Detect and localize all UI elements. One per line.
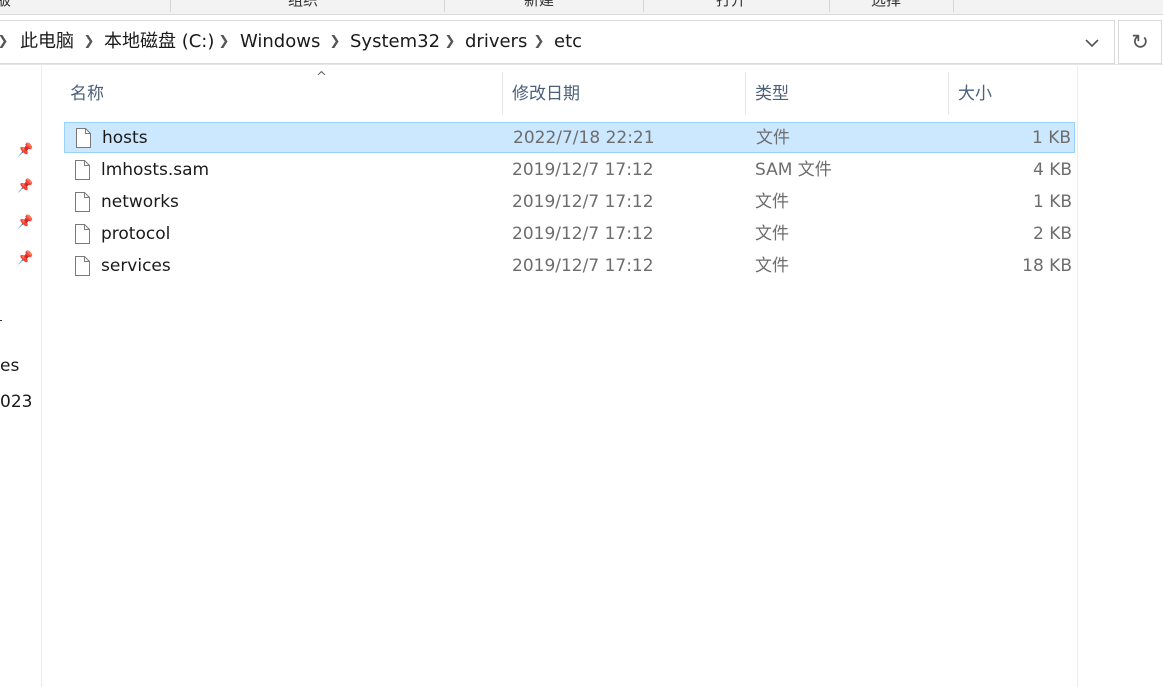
ribbon: 版 组织 新建 打开 选择 (0, 0, 1163, 15)
refresh-button[interactable]: ↻ (1118, 20, 1162, 64)
nav-item-fragment[interactable]: es (0, 356, 19, 376)
breadcrumb-chevron-icon[interactable]: ❯ (443, 34, 457, 50)
nav-item-fragment (0, 320, 2, 321)
file-type: 文件 (755, 256, 789, 276)
breadcrumb-etc[interactable]: etc (554, 31, 582, 53)
nav-item-fragment[interactable]: 023 (0, 392, 32, 412)
breadcrumb-local-disk[interactable]: 本地磁盘 (C:) (104, 31, 214, 53)
breadcrumb-this-pc[interactable]: 此电脑 (20, 31, 74, 53)
file-type: 文件 (755, 224, 789, 244)
pin-icon[interactable]: 📌 (17, 251, 33, 267)
file-name: lmhosts.sam (101, 160, 210, 180)
ribbon-label-select[interactable]: 选择 (871, 0, 901, 10)
navigation-pane[interactable]: 📌 📌 📌 📌 es 023 (0, 66, 42, 687)
pin-icon[interactable]: 📌 (17, 215, 33, 231)
file-row-protocol[interactable]: protocol 2019/12/7 17:12 文件 2 KB (64, 219, 1075, 250)
file-icon (75, 256, 90, 276)
divider (0, 64, 1163, 65)
address-history-dropdown[interactable] (1077, 29, 1107, 57)
file-date: 2019/12/7 17:12 (512, 192, 654, 212)
file-type: SAM 文件 (755, 160, 832, 180)
file-size: 4 KB (1032, 160, 1072, 180)
refresh-icon: ↻ (1131, 30, 1149, 54)
sort-ascending-icon: ^ (316, 70, 327, 85)
file-list[interactable]: ^ 名称 修改日期 类型 大小 hosts 2022/7/18 22:21 文件… (42, 66, 1078, 687)
file-date: 2019/12/7 17:12 (512, 224, 654, 244)
file-size: 2 KB (1032, 224, 1072, 244)
pin-icon[interactable]: 📌 (17, 179, 33, 195)
column-header-type[interactable]: 类型 (755, 82, 789, 106)
breadcrumb-chevron-icon[interactable]: ❯ (217, 34, 231, 50)
file-size: 1 KB (1031, 128, 1071, 148)
file-row-hosts[interactable]: hosts 2022/7/18 22:21 文件 1 KB (64, 122, 1075, 153)
file-size: 1 KB (1032, 192, 1072, 212)
ribbon-separator (170, 0, 171, 12)
file-name: hosts (102, 128, 148, 148)
file-row-lmhosts[interactable]: lmhosts.sam 2019/12/7 17:12 SAM 文件 4 KB (64, 155, 1075, 186)
breadcrumb-windows[interactable]: Windows (240, 31, 320, 53)
file-type: 文件 (756, 128, 790, 148)
column-divider[interactable] (745, 72, 746, 114)
breadcrumb-chevron-icon[interactable]: ❯ (82, 34, 96, 50)
pin-icon[interactable]: 📌 (17, 143, 33, 159)
file-icon (75, 192, 90, 212)
file-icon (76, 128, 91, 148)
ribbon-label-open[interactable]: 打开 (716, 0, 746, 10)
breadcrumb-drivers[interactable]: drivers (465, 31, 527, 53)
column-divider[interactable] (502, 72, 503, 114)
chevron-down-icon (1085, 38, 1099, 47)
address-bar[interactable]: ❯ 此电脑 ❯ 本地磁盘 (C:) ❯ Windows ❯ System32 ❯… (0, 20, 1115, 64)
file-name: services (101, 256, 171, 276)
column-divider[interactable] (948, 72, 949, 114)
column-header-name[interactable]: 名称 (70, 82, 104, 106)
ribbon-separator (444, 0, 445, 12)
file-type: 文件 (755, 192, 789, 212)
ribbon-label-new[interactable]: 新建 (524, 0, 554, 10)
ribbon-label-organize[interactable]: 组织 (288, 0, 318, 10)
file-size: 18 KB (1022, 256, 1072, 276)
column-header-date[interactable]: 修改日期 (512, 82, 580, 106)
breadcrumb-chevron-icon[interactable]: ❯ (0, 34, 10, 50)
file-name: protocol (101, 224, 171, 244)
file-date: 2019/12/7 17:12 (512, 256, 654, 276)
ribbon-separator (643, 0, 644, 12)
column-header-size[interactable]: 大小 (958, 82, 992, 106)
file-icon (75, 224, 90, 244)
breadcrumb-chevron-icon[interactable]: ❯ (328, 34, 342, 50)
ribbon-label-share[interactable]: 版 (0, 0, 11, 10)
file-date: 2022/7/18 22:21 (513, 128, 655, 148)
file-name: networks (101, 192, 179, 212)
breadcrumb-chevron-icon[interactable]: ❯ (532, 34, 546, 50)
file-row-services[interactable]: services 2019/12/7 17:12 文件 18 KB (64, 251, 1075, 282)
file-date: 2019/12/7 17:12 (512, 160, 654, 180)
breadcrumb-system32[interactable]: System32 (350, 31, 440, 53)
file-icon (75, 160, 90, 180)
file-row-networks[interactable]: networks 2019/12/7 17:12 文件 1 KB (64, 187, 1075, 218)
ribbon-separator (953, 0, 954, 12)
ribbon-separator (829, 0, 830, 12)
